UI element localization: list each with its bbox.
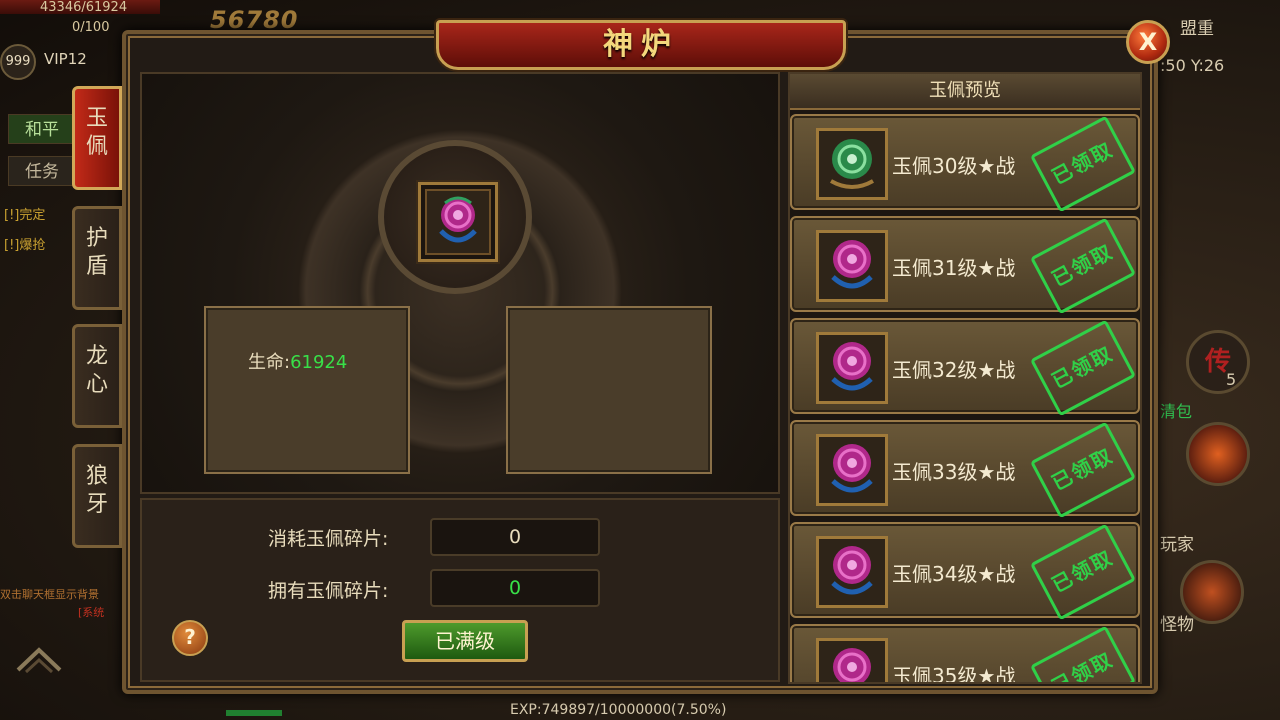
preview-row[interactable]: 玉佩30级★战 已领取 — [790, 114, 1140, 213]
clear-bag-link[interactable]: 清包 — [1160, 398, 1192, 422]
teleport-button[interactable]: 传 — [1186, 330, 1250, 394]
current-stats-box: 生命:61924 — [204, 306, 410, 474]
skill-fire-icon[interactable] — [1186, 422, 1250, 486]
consume-fragments-label: 消耗玉佩碎片: — [268, 528, 389, 550]
next-stats-box — [506, 306, 712, 474]
claimed-stamp: 已领取 — [1030, 319, 1136, 417]
jade-pendant-green-icon — [816, 128, 888, 200]
exp-bar — [226, 710, 282, 716]
claimed-stamp: 已领取 — [1030, 217, 1136, 315]
tab-wolf-fang[interactable]: 狼牙 — [72, 444, 122, 548]
tab-label: 龙心 — [85, 344, 108, 397]
window-title: 神炉 — [603, 27, 679, 62]
task-button[interactable]: 任务 — [8, 156, 76, 186]
alliance-label: 盟重 — [1180, 19, 1214, 39]
quest-message[interactable]: [!]完定 — [4, 204, 45, 223]
attack-mode-button[interactable]: 和平 — [8, 114, 76, 144]
preview-row-label: 玉佩33级★战 — [892, 460, 1016, 484]
hp-readout: 43346/61924 — [40, 0, 128, 15]
consume-fragments-value: 0 — [430, 518, 600, 556]
game-screen: 43346/61924 0/100 56780 999 VIP12 和平 任务 … — [0, 0, 1280, 720]
own-fragments-label: 拥有玉佩碎片: — [268, 580, 389, 602]
players-button[interactable]: 玩家 — [1160, 530, 1194, 555]
exp-readout: EXP:749897/10000000(7.50%) — [510, 702, 727, 718]
max-level-button[interactable]: 已满级 — [402, 620, 528, 662]
vip-badge[interactable]: VIP12 — [44, 50, 87, 68]
expand-up-icon[interactable] — [14, 644, 64, 674]
claimed-stamp: 已领取 — [1030, 523, 1136, 621]
tab-label: 护盾 — [85, 226, 108, 279]
map-coordinates: :50 Y:26 — [1160, 56, 1225, 75]
preview-row-label: 玉佩35级★战 — [892, 664, 1016, 682]
life-label: 生命: — [248, 352, 291, 373]
close-button[interactable]: X — [1126, 20, 1170, 64]
jade-pendant-purple-icon — [439, 196, 477, 243]
monsters-button[interactable]: 怪物 — [1160, 610, 1194, 635]
quest-message[interactable]: [!]爆抢 — [4, 234, 45, 253]
jade-pendant-purple-icon — [816, 638, 888, 682]
preview-header: 玉佩预览 — [790, 74, 1140, 110]
jade-pendant-purple-icon — [816, 434, 888, 506]
help-icon[interactable]: ? — [172, 620, 208, 656]
claimed-stamp: 已领取 — [1030, 625, 1136, 682]
close-icon: X — [1138, 28, 1158, 56]
preview-list[interactable]: 玉佩30级★战 已领取 玉佩31级★战 已领取 玉佩32级★战 已领取 玉佩33… — [790, 112, 1140, 682]
preview-row[interactable]: 玉佩33级★战 已领取 — [790, 420, 1140, 519]
tab-jade-pendant[interactable]: 玉佩 — [72, 86, 122, 190]
preview-row[interactable]: 玉佩31级★战 已领取 — [790, 216, 1140, 315]
tab-label: 玉佩 — [85, 106, 108, 159]
jade-pendant-purple-icon — [816, 536, 888, 608]
window-title-banner: 神炉 — [436, 20, 846, 70]
preview-row[interactable]: 玉佩32级★战 已领取 — [790, 318, 1140, 417]
tab-label: 狼牙 — [85, 464, 108, 517]
tab-shield[interactable]: 护盾 — [72, 206, 122, 310]
own-fragments-value: 0 — [430, 569, 600, 607]
claimed-stamp: 已领取 — [1030, 115, 1136, 213]
preview-row[interactable]: 玉佩35级★战 已领取 — [790, 624, 1140, 682]
preview-row-label: 玉佩31级★战 — [892, 256, 1016, 280]
player-level-badge: 999 — [0, 44, 36, 80]
teleport-count: 5 — [1226, 370, 1237, 389]
life-value: 61924 — [290, 352, 348, 373]
preview-row[interactable]: 玉佩34级★战 已领取 — [790, 522, 1140, 621]
mp-readout: 0/100 — [72, 20, 110, 35]
jade-pendant-purple-icon — [816, 332, 888, 404]
current-item-slot[interactable] — [418, 182, 498, 262]
life-stat: 生命:61924 — [248, 348, 347, 374]
jade-pendant-purple-icon — [816, 230, 888, 302]
preview-row-label: 玉佩32级★战 — [892, 358, 1016, 382]
chat-line[interactable]: [系统 — [78, 604, 104, 620]
claimed-stamp: 已领取 — [1030, 421, 1136, 519]
preview-row-label: 玉佩34级★战 — [892, 562, 1016, 586]
chat-line[interactable]: 双击聊天框显示背景 — [0, 586, 99, 602]
tab-dragon-heart[interactable]: 龙心 — [72, 324, 122, 428]
preview-row-label: 玉佩30级★战 — [892, 154, 1016, 178]
